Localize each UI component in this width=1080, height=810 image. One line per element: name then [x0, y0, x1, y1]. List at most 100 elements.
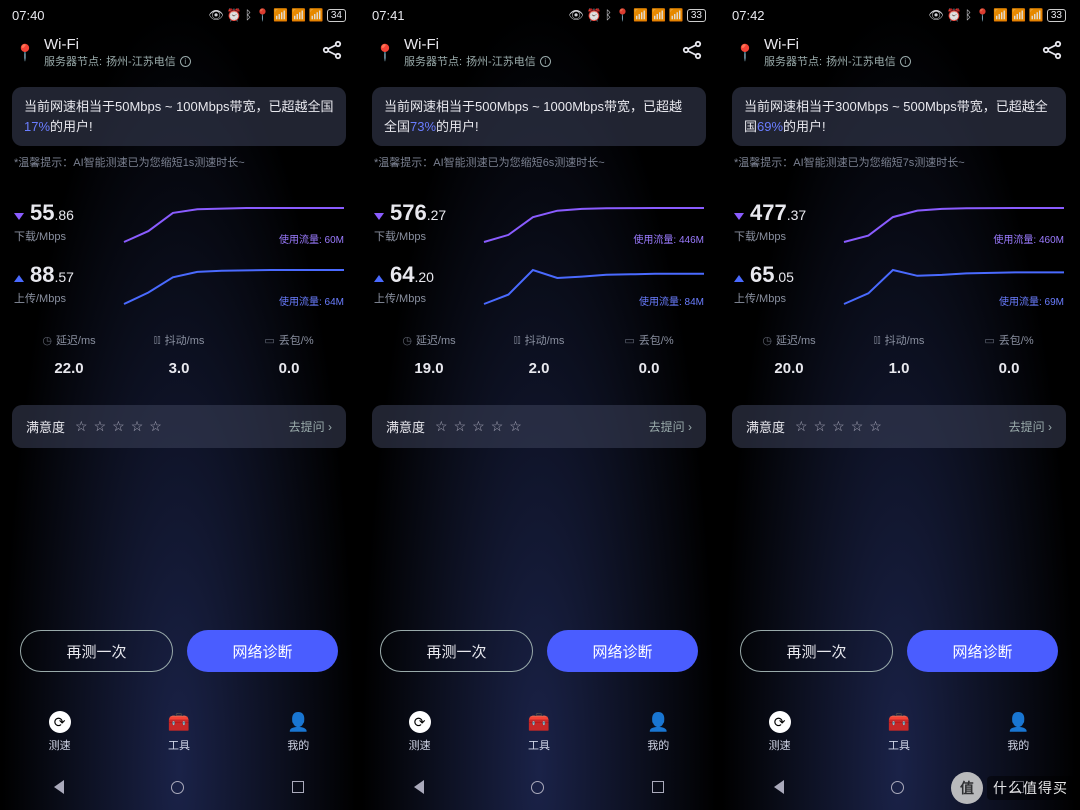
star-icon[interactable]: ☆: [112, 418, 125, 435]
retest-button[interactable]: 再测一次: [380, 630, 533, 672]
diagnose-button[interactable]: 网络诊断: [187, 630, 338, 672]
jitter-icon: ⫾⫾: [514, 334, 521, 347]
latency-value: 20.0: [734, 360, 844, 377]
recents-button[interactable]: [652, 781, 664, 793]
upload-dec: .20: [414, 269, 433, 285]
star-icon[interactable]: ☆: [131, 418, 144, 435]
download-icon: [734, 213, 744, 220]
percentile: 17%: [24, 119, 50, 134]
star-icon[interactable]: ☆: [814, 418, 827, 435]
rating-bar[interactable]: 满意度 ☆ ☆ ☆ ☆ ☆ 去提问 ›: [372, 405, 706, 448]
tab-tools[interactable]: 🧰 工具: [839, 700, 958, 764]
share-icon[interactable]: [320, 38, 344, 68]
back-button[interactable]: [54, 780, 64, 794]
upload-label: 上传/Mbps: [14, 290, 124, 306]
download-chart: 使用流量: 446M: [484, 200, 704, 244]
tab-bar: ⟳ 测速 🧰 工具 👤 我的: [360, 700, 718, 764]
tab-speed[interactable]: ⟳ 测速: [720, 700, 839, 764]
retest-button[interactable]: 再测一次: [20, 630, 173, 672]
info-icon[interactable]: i: [180, 56, 191, 67]
ai-tip: *温馨提示：AI智能测速已为您缩短6s测速时长~: [374, 154, 704, 170]
percentile: 73%: [410, 119, 436, 134]
connection-title: Wi-Fi: [404, 36, 680, 53]
alarm-icon: ⏰: [947, 8, 962, 22]
tab-mine[interactable]: 👤 我的: [959, 700, 1078, 764]
rating-bar[interactable]: 满意度 ☆ ☆ ☆ ☆ ☆ 去提问 ›: [732, 405, 1066, 448]
home-button[interactable]: [531, 781, 544, 794]
clock: 07:41: [372, 8, 405, 23]
jitter-icon: ⫾⫾: [154, 334, 161, 347]
tab-speed[interactable]: ⟳ 测速: [360, 700, 479, 764]
watermark: 值 什么值得买: [951, 772, 1074, 804]
star-icon[interactable]: ☆: [851, 418, 864, 435]
loss-icon: ▭: [264, 334, 274, 347]
rating-label: 满意度: [386, 417, 425, 436]
upload-usage: 69M: [1045, 297, 1064, 308]
tab-tools[interactable]: 🧰 工具: [119, 700, 238, 764]
star-icon[interactable]: ☆: [435, 418, 448, 435]
clock: 07:42: [732, 8, 765, 23]
star-icon[interactable]: ☆: [869, 418, 882, 435]
loss-value: 0.0: [594, 360, 704, 377]
info-icon[interactable]: i: [900, 56, 911, 67]
server-prefix: 服务器节点:: [44, 53, 102, 69]
ask-link[interactable]: 去提问 ›: [649, 418, 692, 435]
latency-value: 22.0: [14, 360, 124, 377]
signal2-icon: 📶: [1029, 8, 1044, 22]
upload-chart: 使用流量: 69M: [844, 262, 1064, 306]
tab-mine[interactable]: 👤 我的: [239, 700, 358, 764]
toolbox-icon: 🧰: [528, 712, 550, 733]
wifi-icon: 📶: [993, 8, 1008, 22]
upload-int: 65: [750, 262, 774, 288]
diagnose-button[interactable]: 网络诊断: [907, 630, 1058, 672]
location-icon: 📍: [615, 8, 630, 22]
rating-bar[interactable]: 满意度 ☆ ☆ ☆ ☆ ☆ 去提问 ›: [12, 405, 346, 448]
server-node[interactable]: 扬州-江苏电信: [826, 53, 896, 69]
battery-badge: 34: [327, 9, 346, 22]
location-icon: 📍: [255, 8, 270, 22]
home-button[interactable]: [171, 781, 184, 794]
battery-badge: 33: [687, 9, 706, 22]
star-icon[interactable]: ☆: [509, 418, 522, 435]
star-icon[interactable]: ☆: [454, 418, 467, 435]
star-icon[interactable]: ☆: [491, 418, 504, 435]
info-icon[interactable]: i: [540, 56, 551, 67]
loss-value: 0.0: [954, 360, 1064, 377]
star-icon[interactable]: ☆: [832, 418, 845, 435]
tab-tools[interactable]: 🧰 工具: [479, 700, 598, 764]
back-button[interactable]: [414, 780, 424, 794]
rating-label: 满意度: [746, 417, 785, 436]
star-icon[interactable]: ☆: [472, 418, 485, 435]
upload-int: 64: [390, 262, 414, 288]
home-button[interactable]: [891, 781, 904, 794]
star-icon[interactable]: ☆: [94, 418, 107, 435]
download-usage: 60M: [325, 235, 344, 246]
star-icon[interactable]: ☆: [75, 418, 88, 435]
share-icon[interactable]: [680, 38, 704, 68]
tab-speed[interactable]: ⟳ 测速: [0, 700, 119, 764]
person-icon: 👤: [287, 712, 309, 733]
upload-icon: [734, 275, 744, 282]
ask-link[interactable]: 去提问 ›: [289, 418, 332, 435]
signal2-icon: 📶: [669, 8, 684, 22]
retest-button[interactable]: 再测一次: [740, 630, 893, 672]
diagnose-button[interactable]: 网络诊断: [547, 630, 698, 672]
battery-badge: 33: [1047, 9, 1066, 22]
server-node[interactable]: 扬州-江苏电信: [466, 53, 536, 69]
server-node[interactable]: 扬州-江苏电信: [106, 53, 176, 69]
star-icon[interactable]: ☆: [795, 418, 808, 435]
status-bar: 07:42 👁 ⏰ ᛒ 📍 📶 📶 📶 33: [720, 0, 1078, 30]
upload-icon: [374, 275, 384, 282]
ask-link[interactable]: 去提问 ›: [1009, 418, 1052, 435]
ai-tip: *温馨提示：AI智能测速已为您缩短7s测速时长~: [734, 154, 1064, 170]
upload-chart: 使用流量: 84M: [484, 262, 704, 306]
signal-icon: 📶: [291, 8, 306, 22]
loss-value: 0.0: [234, 360, 344, 377]
back-button[interactable]: [774, 780, 784, 794]
tab-mine[interactable]: 👤 我的: [599, 700, 718, 764]
alarm-icon: ⏰: [227, 8, 242, 22]
bluetooth-icon: ᛒ: [965, 8, 972, 22]
recents-button[interactable]: [292, 781, 304, 793]
share-icon[interactable]: [1040, 38, 1064, 68]
star-icon[interactable]: ☆: [149, 418, 162, 435]
